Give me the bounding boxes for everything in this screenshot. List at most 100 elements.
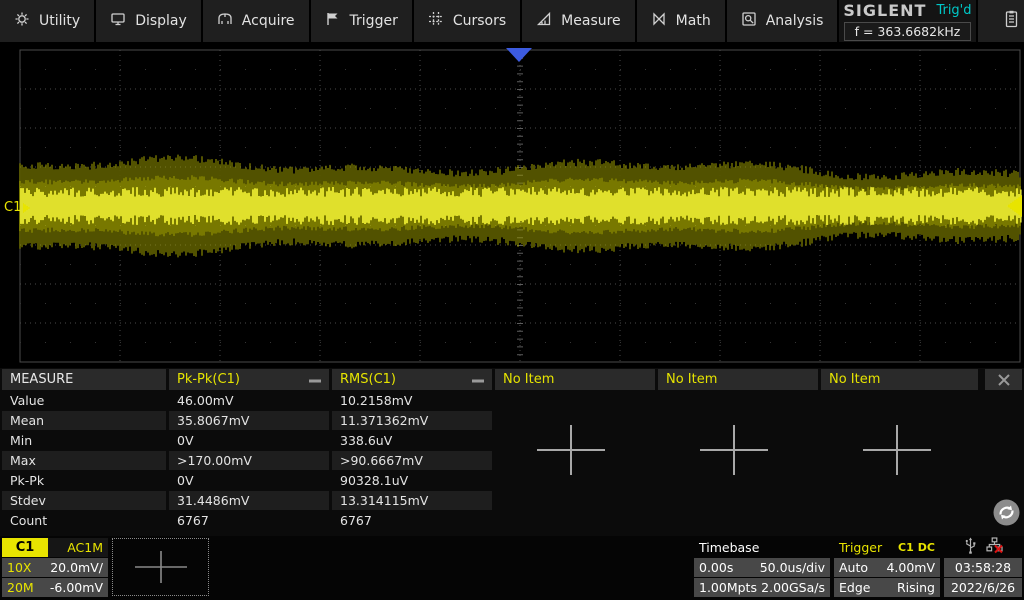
lan-icon xyxy=(986,537,1003,558)
stat-label: Max xyxy=(2,451,166,470)
clock-date: 2022/6/26 xyxy=(944,578,1022,597)
math-icon xyxy=(651,11,667,31)
stat-value: 6767 xyxy=(332,511,492,530)
stat-label: Mean xyxy=(2,411,166,430)
trigger-coupling: DC xyxy=(918,541,935,554)
table-row: Value46.00mV10.2158mV xyxy=(2,391,1022,410)
channel-badge: C1 xyxy=(2,538,48,557)
timebase-descriptor[interactable]: Timebase 0.00s 50.0us/div 1.00Mpts 2.00GSa… xyxy=(694,538,830,597)
menu-item-label: Display xyxy=(135,13,187,29)
menu-item-display[interactable]: Display xyxy=(96,0,201,42)
right-arrow-icon xyxy=(23,203,30,213)
measure-icon xyxy=(536,11,552,31)
stat-label: Count xyxy=(2,511,166,530)
menu-item-math[interactable]: Math xyxy=(637,0,725,42)
system-status-block: 03:58:28 2022/6/26 xyxy=(944,538,1022,597)
plus-icon xyxy=(696,421,772,479)
plus-icon xyxy=(132,548,190,586)
measurement-column-pkpk[interactable]: Pk-Pk(C1) xyxy=(169,369,329,390)
plus-icon xyxy=(859,421,935,479)
plus-icon xyxy=(533,421,609,479)
display-icon xyxy=(110,11,126,31)
stat-value: 338.6uV xyxy=(332,431,492,450)
stat-value: 0V xyxy=(169,471,329,490)
menu-item-cursors[interactable]: Cursors xyxy=(414,0,520,42)
timebase-title: Timebase xyxy=(694,538,830,557)
sample-rate: 2.00GSa/s xyxy=(761,580,825,595)
measure-panel-title: MEASURE xyxy=(2,369,166,390)
trigger-slope: Rising xyxy=(897,580,935,595)
trigger-source: C1 xyxy=(898,541,914,554)
frequency-readout: f = 363.6682kHz xyxy=(844,22,972,41)
usb-icon xyxy=(964,537,977,558)
channel-coupling: AC1M xyxy=(48,538,108,557)
trigger-mode: Auto xyxy=(839,560,868,575)
trigger-descriptor[interactable]: Trigger C1 DC Auto 4.00mV Edge Rising xyxy=(834,538,940,597)
bottom-status-bar: C1 AC1M 10X20.0mV/ 20M-6.00mV Timebase 0… xyxy=(0,536,1024,600)
waveform-display-area: C1 xyxy=(0,42,1024,368)
menu-item-label: Analysis xyxy=(766,13,824,29)
menu-item-acquire[interactable]: Acquire xyxy=(203,0,309,42)
probe-attenuation: 10X xyxy=(7,560,31,575)
menu-item-label: Measure xyxy=(561,13,621,29)
waveform xyxy=(0,42,1024,368)
cursors-icon xyxy=(428,11,444,31)
trigger-type: Edge xyxy=(839,580,870,595)
stat-label: Min xyxy=(2,431,166,450)
remove-measurement-icon[interactable] xyxy=(309,372,321,387)
analysis-icon xyxy=(741,11,757,31)
measurement-column-empty-3[interactable]: No Item xyxy=(821,369,978,390)
stat-value: 10.2158mV xyxy=(332,391,492,410)
clock-time: 03:58:28 xyxy=(944,558,1022,577)
measurement-column-empty-1[interactable]: No Item xyxy=(495,369,655,390)
trigger-title: Trigger xyxy=(839,540,882,555)
stat-value: 90328.1uV xyxy=(332,471,492,490)
menu-item-label: Trigger xyxy=(350,13,398,29)
close-measure-panel-button[interactable] xyxy=(985,369,1022,390)
measurement-column-empty-2[interactable]: No Item xyxy=(658,369,818,390)
measurement-name: RMS(C1) xyxy=(340,372,396,387)
menu-item-analysis[interactable]: Analysis xyxy=(727,0,838,42)
menu-item-label: Cursors xyxy=(453,13,506,29)
channel-offset-label: C1 xyxy=(4,200,21,215)
add-measurement-button[interactable] xyxy=(859,421,935,483)
menu-item-utility[interactable]: Utility xyxy=(0,0,94,42)
menu-bar: Utility Display Acquire Trigger Cursors … xyxy=(0,0,1024,42)
gear-icon xyxy=(14,11,30,31)
stat-value: 13.314115mV xyxy=(332,491,492,510)
add-channel-button[interactable] xyxy=(112,538,209,596)
measurement-column-rms[interactable]: RMS(C1) xyxy=(332,369,492,390)
vertical-scale: 20.0mV/ xyxy=(50,560,103,575)
bandwidth-limit: 20M xyxy=(7,580,34,595)
flag-icon xyxy=(325,11,341,31)
brand-logo: SIGLENT xyxy=(843,1,926,20)
horizontal-scale: 50.0us/div xyxy=(760,560,825,575)
refresh-icon xyxy=(992,498,1021,527)
menu-item-measure[interactable]: Measure xyxy=(522,0,635,42)
clipboard-icon xyxy=(1004,10,1019,32)
stat-label: Stdev xyxy=(2,491,166,510)
add-measurement-button[interactable] xyxy=(696,421,772,483)
trigger-level: 4.00mV xyxy=(886,560,935,575)
channel-offset-marker[interactable]: C1 xyxy=(4,200,30,215)
stat-value: 11.371362mV xyxy=(332,411,492,430)
channel-descriptor-c1[interactable]: C1 AC1M 10X20.0mV/ 20M-6.00mV xyxy=(2,538,108,597)
table-row: Count67676767 xyxy=(2,511,1022,530)
reset-statistics-button[interactable] xyxy=(992,498,1021,531)
trigger-level-marker[interactable] xyxy=(1007,195,1022,217)
add-measurement-button[interactable] xyxy=(533,421,609,483)
trigger-status-badge: Trig'd xyxy=(936,3,971,18)
memory-depth: 1.00Mpts xyxy=(699,580,757,595)
menu-item-label: Acquire xyxy=(242,13,295,29)
trigger-position-marker[interactable] xyxy=(506,48,532,62)
brand-status-block: SIGLENT Trig'd f = 363.6682kHz xyxy=(839,0,975,42)
menu-item-trigger[interactable]: Trigger xyxy=(311,0,412,42)
measurement-name: Pk-Pk(C1) xyxy=(177,372,240,387)
remove-measurement-icon[interactable] xyxy=(472,372,484,387)
active-channel-indicator[interactable]: C1 xyxy=(978,0,1024,42)
acquire-icon xyxy=(217,11,233,31)
stat-value: 35.8067mV xyxy=(169,411,329,430)
measure-panel: MEASURE Pk-Pk(C1) RMS(C1) No Item No Ite… xyxy=(0,368,1024,536)
horizontal-delay: 0.00s xyxy=(699,560,733,575)
stat-label: Pk-Pk xyxy=(2,471,166,490)
